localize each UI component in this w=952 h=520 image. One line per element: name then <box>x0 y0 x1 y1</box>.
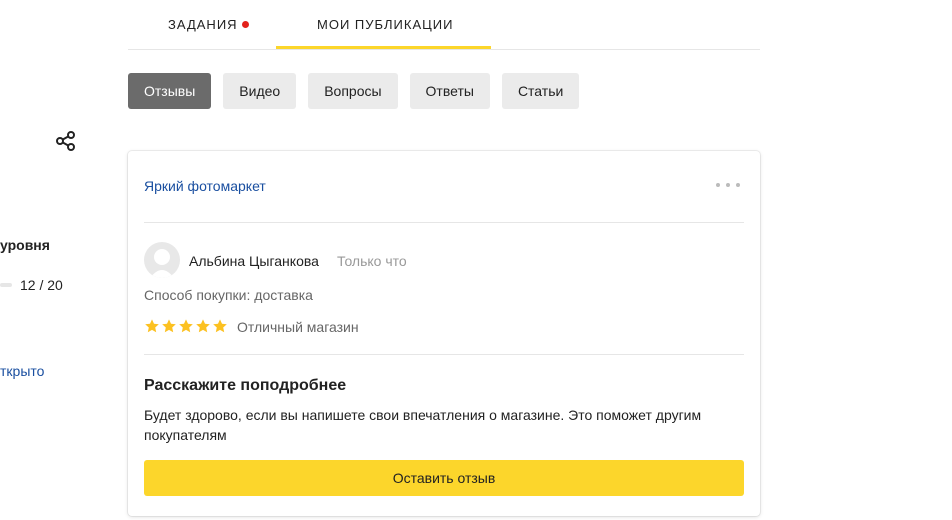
level-progress-bar <box>0 283 12 287</box>
post-time: Только что <box>337 253 407 269</box>
tab-my-publications[interactable]: МОИ ПУБЛИКАЦИИ <box>276 0 491 49</box>
tab-tasks[interactable]: ЗАДАНИЯ <box>128 0 276 49</box>
author-name: Альбина Цыганкова <box>189 253 319 269</box>
avatar <box>144 242 180 278</box>
star-icon <box>162 319 176 333</box>
card-divider-top <box>144 222 744 223</box>
star-icon <box>196 319 210 333</box>
filter-questions[interactable]: Вопросы <box>308 73 398 109</box>
filter-articles[interactable]: Статьи <box>501 73 580 109</box>
tab-bar: ЗАДАНИЯ МОИ ПУБЛИКАЦИИ <box>128 0 760 50</box>
level-progress-text: 12 / 20 <box>20 277 63 293</box>
tab-tasks-label: ЗАДАНИЯ <box>168 17 238 32</box>
tell-more-description: Будет здорово, если вы напишете свои впе… <box>144 407 702 443</box>
rating-stars <box>144 318 228 334</box>
tell-more-title: Расскажите поподробнее <box>144 377 347 394</box>
star-icon <box>213 319 227 333</box>
card-divider-bottom <box>144 354 744 355</box>
leave-review-button[interactable]: Оставить отзыв <box>144 460 744 496</box>
filter-answers[interactable]: Ответы <box>409 73 490 109</box>
rating-text: Отличный магазин <box>237 319 359 335</box>
filter-reviews[interactable]: Отзывы <box>128 73 212 109</box>
active-tab-underline <box>276 46 491 49</box>
shop-name-link[interactable]: Яркий фотомаркет <box>144 178 266 194</box>
publication-filters: Отзывы Видео Вопросы Ответы Статьи <box>128 73 580 109</box>
tab-my-publications-label: МОИ ПУБЛИКАЦИИ <box>317 17 454 32</box>
level-label: уровня <box>0 237 50 253</box>
star-icon <box>179 319 193 333</box>
purchase-method: Способ покупки: доставка <box>144 287 313 303</box>
star-icon <box>145 319 159 333</box>
share-icon[interactable] <box>55 130 77 152</box>
more-dots-icon[interactable] <box>716 179 740 191</box>
filter-video[interactable]: Видео <box>223 73 297 109</box>
review-card: Яркий фотомаркет Альбина Цыганкова Тольк… <box>128 151 760 516</box>
notification-dot <box>242 21 249 28</box>
open-link[interactable]: ткрыто <box>0 363 44 379</box>
user-avatar-icon <box>150 249 174 278</box>
